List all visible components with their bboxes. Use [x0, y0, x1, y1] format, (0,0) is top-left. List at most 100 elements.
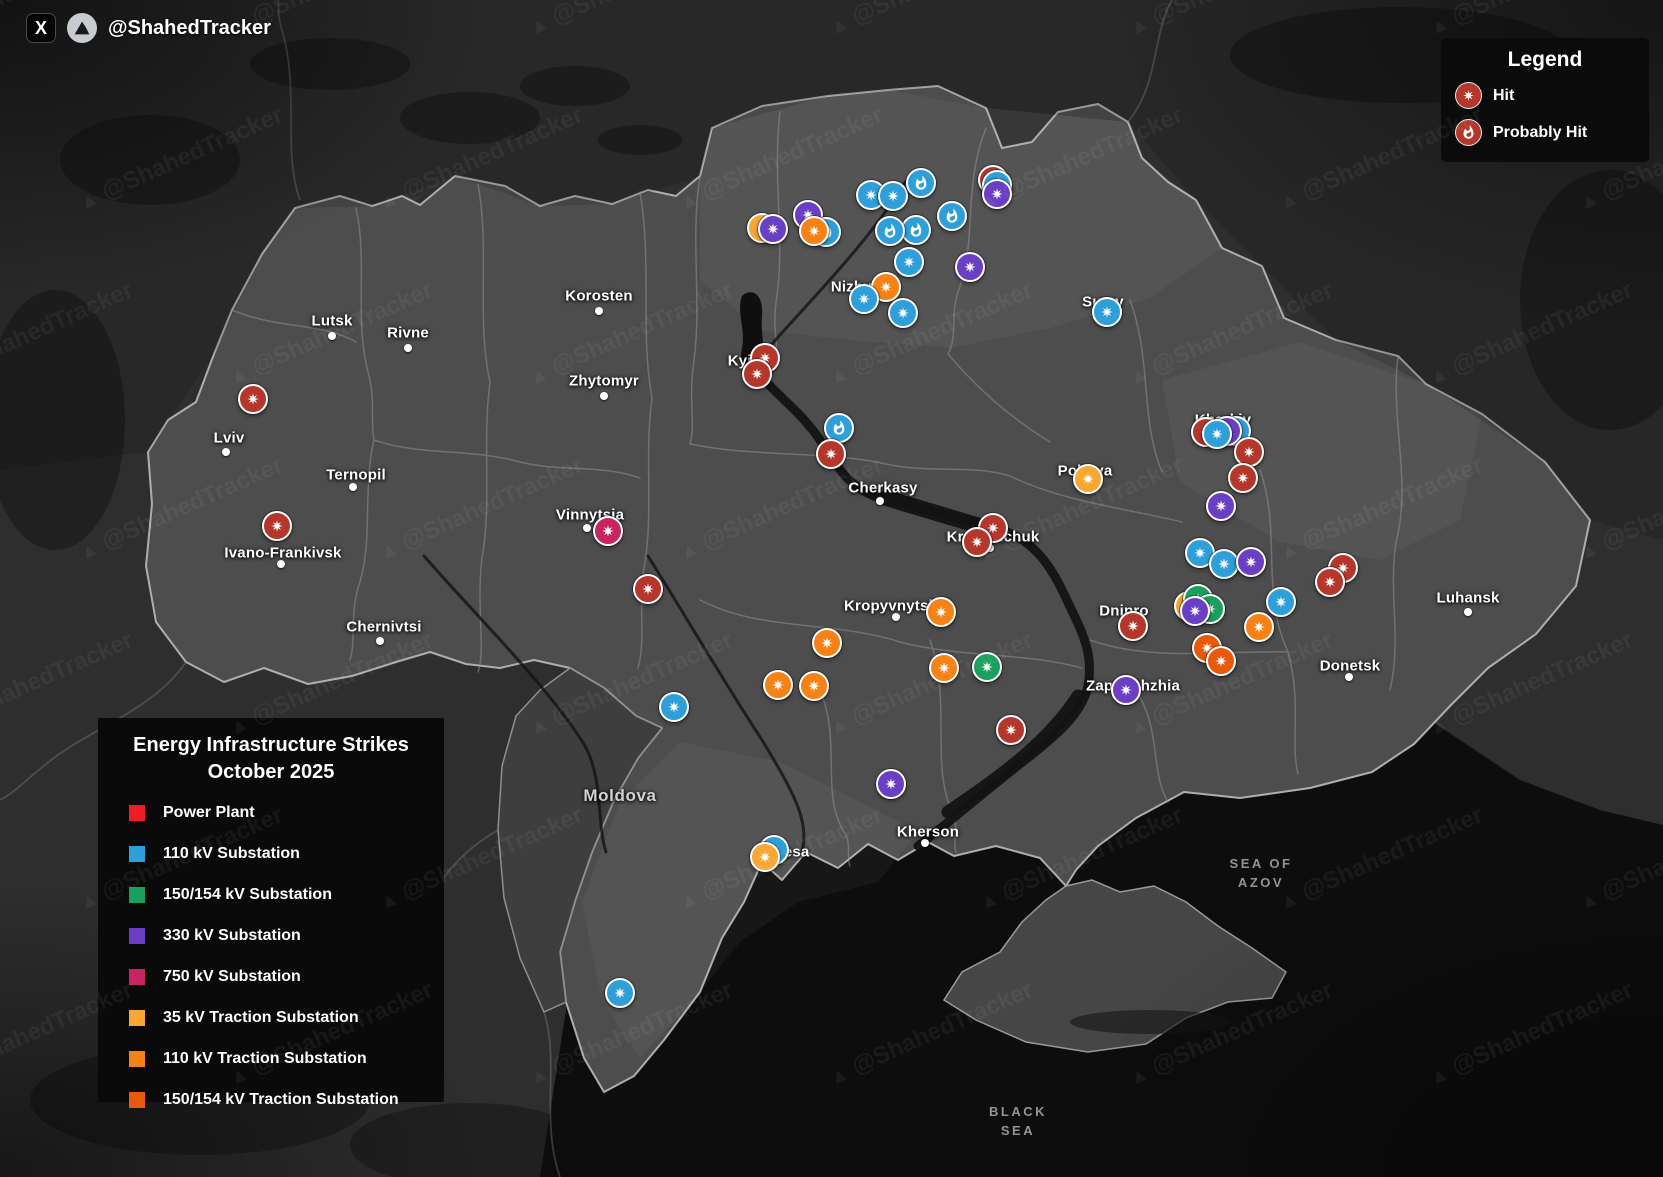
- flame-icon: [884, 223, 896, 238]
- strike-marker-power-hit: [1315, 567, 1345, 597]
- burst-icon: [772, 679, 784, 691]
- strike-marker-tr110-hit: [812, 628, 842, 658]
- color-swatch: [129, 805, 145, 821]
- burst-icon: [971, 536, 983, 548]
- strike-marker-power-hit: [633, 574, 663, 604]
- burst-icon: [1455, 82, 1482, 109]
- burst-icon: [1237, 472, 1249, 484]
- type-legend-item-tr150: 150/154 kV Traction Substation: [129, 1091, 432, 1109]
- burst-icon: [808, 680, 820, 692]
- strike-marker-tr110-hit: [926, 597, 956, 627]
- burst-icon: [938, 662, 950, 674]
- type-label: 330 kV Substation: [163, 927, 301, 944]
- burst-icon: [1218, 558, 1230, 570]
- strike-marker-power-hit: [996, 715, 1026, 745]
- type-label: 35 kV Traction Substation: [163, 1009, 359, 1026]
- strike-marker-power-hit: [1118, 611, 1148, 641]
- color-swatch: [129, 928, 145, 944]
- burst-icon: [1005, 724, 1017, 736]
- type-legend-item-power: Power Plant: [129, 804, 432, 822]
- burst-icon: [858, 293, 870, 305]
- burst-icon: [1253, 621, 1265, 633]
- type-label: 150/154 kV Traction Substation: [163, 1091, 399, 1108]
- strike-marker-tr110-hit: [1244, 612, 1274, 642]
- burst-icon: [903, 256, 915, 268]
- strike-marker-sub110-hit: [894, 247, 924, 277]
- burst-icon: [767, 223, 779, 235]
- shahed-tracker-logo-icon: [74, 21, 90, 35]
- burst-icon: [897, 307, 909, 319]
- type-label: 110 kV Traction Substation: [163, 1050, 367, 1067]
- burst-icon: [1189, 605, 1201, 617]
- legend-panel: Legend Hit Probably Hit: [1441, 38, 1649, 162]
- burst-icon: [642, 583, 654, 595]
- strike-marker-power-hit: [1228, 463, 1258, 493]
- strike-marker-sub150-hit: [972, 652, 1002, 682]
- strike-marker-sub330-hit: [1236, 547, 1266, 577]
- type-label: 150/154 kV Substation: [163, 886, 332, 903]
- legend-item-probably-hit: Probably Hit: [1455, 119, 1635, 146]
- type-legend-item-sub750: 750 kV Substation: [129, 968, 432, 986]
- burst-icon: [759, 851, 771, 863]
- strike-marker-sub110-probable-hit: [901, 215, 931, 245]
- strike-marker-sub110-hit: [1209, 549, 1239, 579]
- strike-marker-tr35-hit: [750, 842, 780, 872]
- strike-marker-tr35-hit: [1073, 464, 1103, 494]
- strike-marker-tr110-hit: [763, 670, 793, 700]
- burst-icon: [981, 661, 993, 673]
- legend-item-hit: Hit: [1455, 82, 1635, 109]
- title-panel: Energy Infrastructure Strikes October 20…: [98, 718, 444, 1108]
- avatar: [67, 13, 97, 43]
- strike-marker-sub110-hit: [878, 181, 908, 211]
- burst-icon: [1215, 655, 1227, 667]
- strike-marker-sub330-hit: [982, 179, 1012, 209]
- burst-icon: [1215, 500, 1227, 512]
- account-handle: @ShahedTracker: [108, 16, 271, 39]
- burst-icon: [865, 189, 877, 201]
- color-swatch: [129, 1051, 145, 1067]
- burst-icon: [880, 281, 892, 293]
- burst-icon: [1245, 556, 1257, 568]
- legend-items: Hit Probably Hit: [1455, 82, 1635, 146]
- legend-item-label: Hit: [1493, 86, 1515, 104]
- burst-icon: [991, 188, 1003, 200]
- strike-marker-sub110-hit: [1202, 419, 1232, 449]
- flame-icon: [915, 175, 927, 190]
- flame-icon: [1463, 125, 1474, 139]
- burst-icon: [614, 987, 626, 999]
- strike-marker-power-hit: [816, 439, 846, 469]
- burst-icon: [935, 606, 947, 618]
- burst-icon: [602, 525, 614, 537]
- burst-icon: [1324, 576, 1336, 588]
- strike-marker-sub110-hit: [605, 978, 635, 1008]
- page-title-line2: October 2025: [207, 761, 335, 783]
- strike-marker-sub330-hit: [758, 214, 788, 244]
- burst-icon: [1211, 428, 1223, 440]
- flame-icon: [946, 208, 958, 223]
- strike-marker-sub110-hit: [849, 284, 879, 314]
- color-swatch: [129, 1010, 145, 1026]
- burst-icon: [247, 393, 259, 405]
- burst-icon: [887, 190, 899, 202]
- strike-marker-sub330-hit: [1180, 596, 1210, 626]
- color-swatch: [129, 846, 145, 862]
- strike-marker-tr110-hit: [799, 671, 829, 701]
- strike-marker-sub110-probable-hit: [937, 201, 967, 231]
- strike-marker-power-hit: [962, 527, 992, 557]
- burst-icon: [808, 225, 820, 237]
- strike-marker-power-hit: [262, 511, 292, 541]
- burst-icon: [1463, 90, 1474, 101]
- burst-icon: [1120, 684, 1132, 696]
- strike-marker-sub110-hit: [1092, 297, 1122, 327]
- header: X @ShahedTracker: [26, 13, 271, 43]
- type-legend-item-sub110: 110 kV Substation: [129, 845, 432, 863]
- burst-icon: [1275, 596, 1287, 608]
- legend-title: Legend: [1507, 48, 1583, 71]
- burst-icon: [751, 368, 763, 380]
- x-logo-icon: X: [26, 13, 56, 43]
- type-legend-item-tr110: 110 kV Traction Substation: [129, 1050, 432, 1068]
- burst-icon: [1243, 446, 1255, 458]
- page-title-line1: Energy Infrastructure Strikes: [133, 734, 409, 756]
- color-swatch: [129, 1092, 145, 1108]
- burst-icon: [825, 448, 837, 460]
